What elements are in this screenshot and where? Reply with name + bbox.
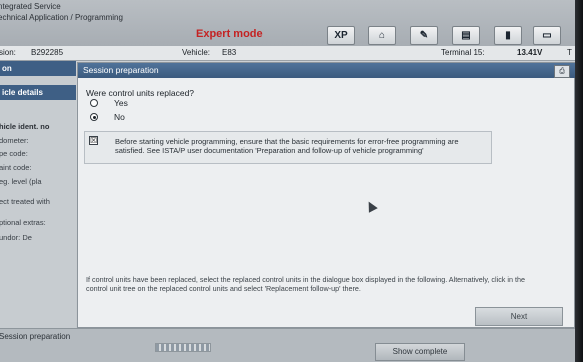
session-number: B292285 [31, 48, 64, 57]
vehicle-value: E83 [222, 48, 237, 57]
field-paint-code: aint code: [0, 163, 32, 172]
field-type-code: pe code: [0, 149, 28, 158]
notice-text: Before starting vehicle programming, ens… [115, 137, 459, 155]
printer-icon[interactable]: ⎙ [554, 65, 570, 78]
home-icon: ⌂ [378, 30, 386, 41]
title-bar: ntegrated Service echnical Application /… [0, 0, 575, 46]
replacement-hint: If control units have been replaced, sel… [86, 275, 525, 293]
notice-icon: ☒ [89, 136, 98, 145]
vehicle-label: Vehicle: [182, 48, 211, 57]
info-bar: sion: B292285 Vehicle: E83 Terminal 15: … [0, 46, 575, 61]
wrench-icon: ✎ [419, 30, 429, 41]
option-yes-label: Yes [114, 98, 128, 108]
monitor-button[interactable]: ▭ [533, 26, 561, 45]
show-complete-button[interactable]: Show complete [375, 343, 465, 361]
status-bar: Session preparation Show complete [0, 328, 575, 362]
infobar-trail: T [567, 48, 572, 57]
service-button[interactable]: ✎ [410, 26, 438, 45]
field-odometer: dometer: [0, 136, 29, 145]
option-no-label: No [114, 112, 125, 122]
next-button[interactable]: Next [475, 307, 563, 326]
radio-yes[interactable] [90, 99, 98, 107]
battery-icon: ▮ [505, 30, 511, 41]
xp-icon: XP [334, 30, 348, 41]
progress-indicator [155, 343, 211, 352]
terminal-voltage: 13.41V [517, 48, 543, 57]
requirements-notice: ☒ Before starting vehicle programming, e… [84, 131, 492, 164]
mouse-pointer-icon [364, 199, 378, 213]
tree-icon: ▤ [461, 30, 471, 41]
left-panel: on icle details hicle ident. no dometer:… [0, 61, 76, 362]
home-button[interactable]: ⌂ [368, 26, 396, 45]
status-label: Session preparation [0, 332, 71, 341]
control-unit-tree-button[interactable]: ▤ [452, 26, 480, 45]
vehicle-details-heading[interactable]: icle details [0, 85, 76, 100]
monitor-icon: ▭ [542, 30, 552, 41]
field-integ-level: eg. level (pla [0, 177, 42, 186]
expert-mode-label: Expert mode [196, 28, 263, 40]
progress-fill [156, 344, 210, 351]
field-upholstery: undor: De [0, 233, 32, 242]
option-no[interactable]: No [90, 112, 125, 122]
monitor-bezel [575, 0, 583, 362]
option-yes[interactable]: Yes [90, 98, 128, 108]
replacement-question: Were control units replaced? [86, 88, 195, 98]
field-optional-extras: ptional extras: [0, 218, 46, 227]
brand-line-1: ntegrated Service [0, 2, 61, 11]
nav-heading[interactable]: on [0, 61, 76, 76]
radio-no[interactable] [90, 113, 98, 121]
brand-line-2: echnical Application / Programming [0, 13, 123, 22]
dialog-title: Session preparation [78, 63, 575, 78]
terminal-label: Terminal 15: [441, 48, 485, 57]
session-preparation-dialog: Session preparation ⎙ Were control units… [77, 62, 575, 328]
screen: ntegrated Service echnical Application /… [0, 0, 575, 362]
field-vehicle-ident: hicle ident. no [0, 122, 50, 131]
battery-button[interactable]: ▮ [494, 26, 522, 45]
xp-button[interactable]: XP [327, 26, 355, 45]
field-treated-with: ect treated with [0, 197, 50, 206]
session-label: sion: [0, 48, 16, 57]
